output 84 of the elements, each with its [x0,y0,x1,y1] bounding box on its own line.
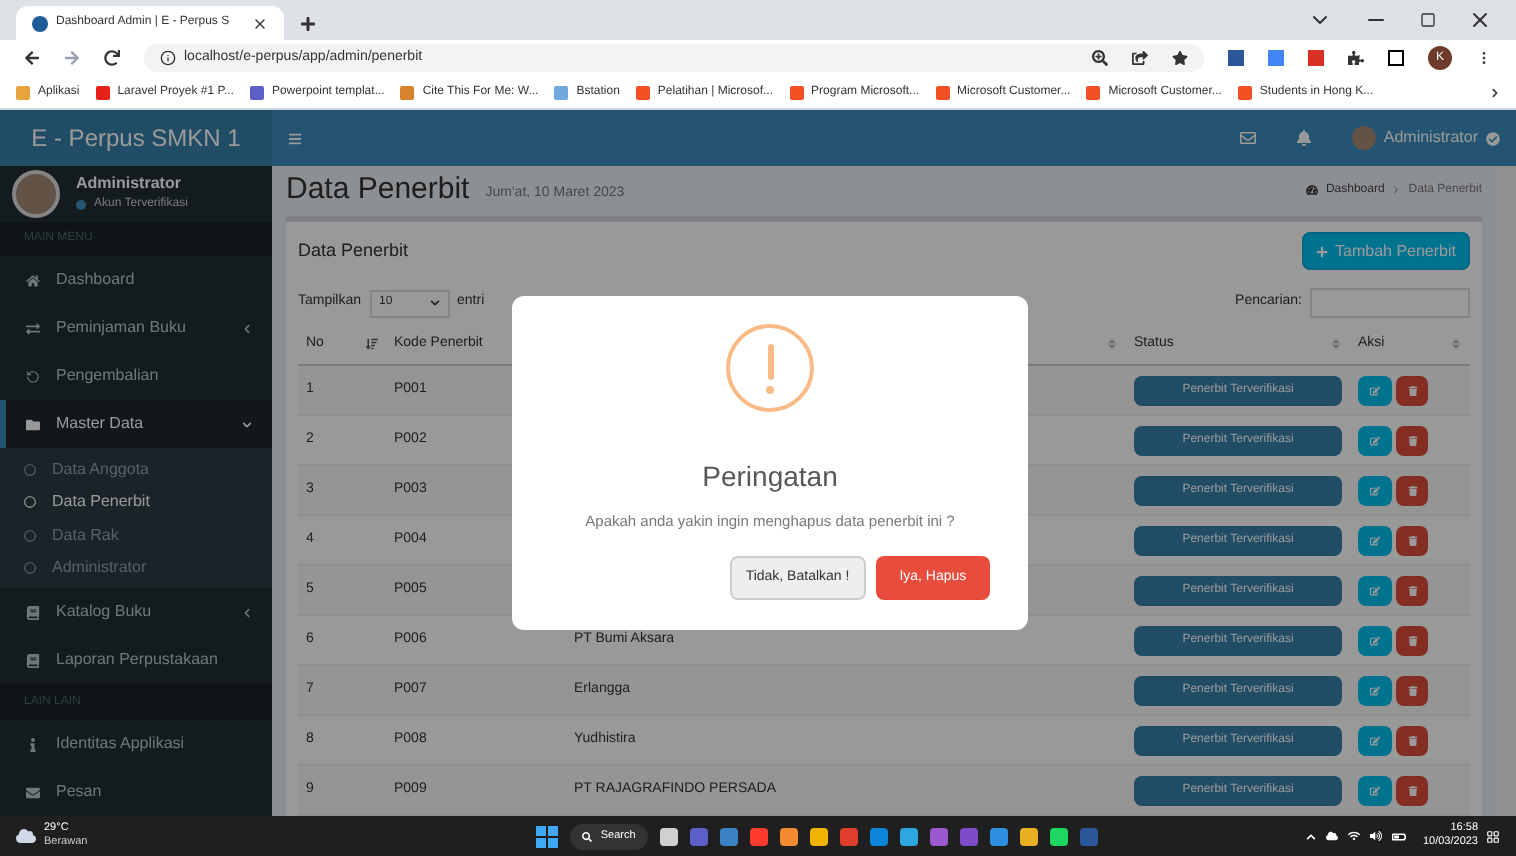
edit-icon [1370,585,1380,595]
trash-icon [1407,435,1417,445]
reload-icon[interactable] [104,50,120,66]
close-icon[interactable] [1468,8,1492,32]
delete-button[interactable] [1396,575,1428,605]
sidebar-item[interactable]: Pengembalian [0,352,272,401]
delete-button[interactable] [1396,375,1428,405]
trash-icon [1407,485,1417,495]
sidebar-item[interactable]: Pesan [0,768,272,816]
delete-button[interactable] [1396,675,1428,705]
more-bookmarks-icon[interactable] [1490,87,1500,97]
folder-icon [26,417,40,432]
share-icon[interactable] [1132,50,1148,66]
sidebar-item[interactable]: Master Data [0,400,272,449]
sidebar-item[interactable]: Identitas Applikasi [0,720,272,768]
cloud-icon[interactable] [1326,830,1339,842]
info-icon [160,50,176,66]
edit-icon [1370,435,1380,445]
trash-icon [1407,735,1417,745]
chevron-up-icon[interactable] [1306,831,1317,841]
edit-icon [1370,535,1380,545]
chevron-right-icon [1392,186,1401,195]
trash-icon [1407,635,1417,645]
rotate-icon [26,369,40,384]
edit-icon [1370,685,1380,695]
wifi-icon[interactable] [1348,830,1361,842]
delete-button[interactable] [1396,775,1428,805]
info-icon [26,737,40,751]
back-icon[interactable] [24,50,40,66]
trash-icon [1407,385,1417,395]
search-icon [582,831,593,841]
restore-icon[interactable] [1420,12,1436,28]
sidebar-item[interactable]: Peminjaman Buku [0,304,272,353]
avatar-icon [12,169,60,218]
volume-icon[interactable] [1370,830,1383,842]
envelope-icon[interactable] [1239,130,1256,146]
plus-icon [1315,245,1328,257]
arrows-icon [26,321,40,336]
sidebar-item[interactable]: Laporan Perpustakaan [0,636,272,685]
globe-icon [32,15,48,31]
edit-icon [1370,485,1380,495]
submenu-item[interactable]: Data Penerbit [0,485,272,519]
brand-name: E - Perpus SMKN 1 [31,122,241,156]
warning-icon [726,324,814,412]
bell-icon[interactable] [1295,130,1312,146]
delete-button[interactable] [1396,625,1428,655]
trash-icon [1407,585,1417,595]
notification-icon[interactable] [1486,829,1500,843]
forward-icon[interactable] [64,50,80,66]
trash-icon [1407,685,1417,695]
sidebar-item[interactable]: Dashboard [0,256,272,305]
page-title: Data Penerbit [286,170,470,210]
windows-start-icon[interactable] [536,825,559,847]
edit-icon [1370,635,1380,645]
user-name: Administrator [76,172,183,197]
caret-icon [429,298,440,308]
delete-button[interactable] [1396,475,1428,505]
trash-icon [1407,535,1417,545]
dashboard-icon [1305,184,1318,197]
new-tab-icon[interactable] [300,16,316,32]
user-menu[interactable]: Administrator [1351,126,1500,150]
battery-icon[interactable] [1392,829,1407,843]
edit-icon [1370,735,1380,745]
book-icon [26,653,40,668]
check-icon [1486,131,1500,145]
extensions-icon[interactable] [1348,50,1364,66]
close-icon[interactable] [252,15,268,31]
delete-button[interactable] [1396,525,1428,555]
book-icon [26,605,40,620]
dialog-title: Peringatan [702,458,838,496]
home-icon [26,273,40,288]
edit-icon [1370,785,1380,795]
edit-icon [1370,385,1380,395]
avatar-icon [1351,126,1376,150]
sidebar-item[interactable]: Katalog Buku [0,588,272,637]
star-icon[interactable] [1172,50,1188,66]
delete-button[interactable] [1396,725,1428,755]
side-panel-icon[interactable] [1388,50,1404,66]
trash-icon [1407,785,1417,795]
delete-button[interactable] [1396,425,1428,455]
card-title: Data Penerbit [298,237,409,264]
envelope-icon [26,785,40,799]
cloud-icon [16,826,36,846]
zoom-icon[interactable] [1092,50,1108,66]
